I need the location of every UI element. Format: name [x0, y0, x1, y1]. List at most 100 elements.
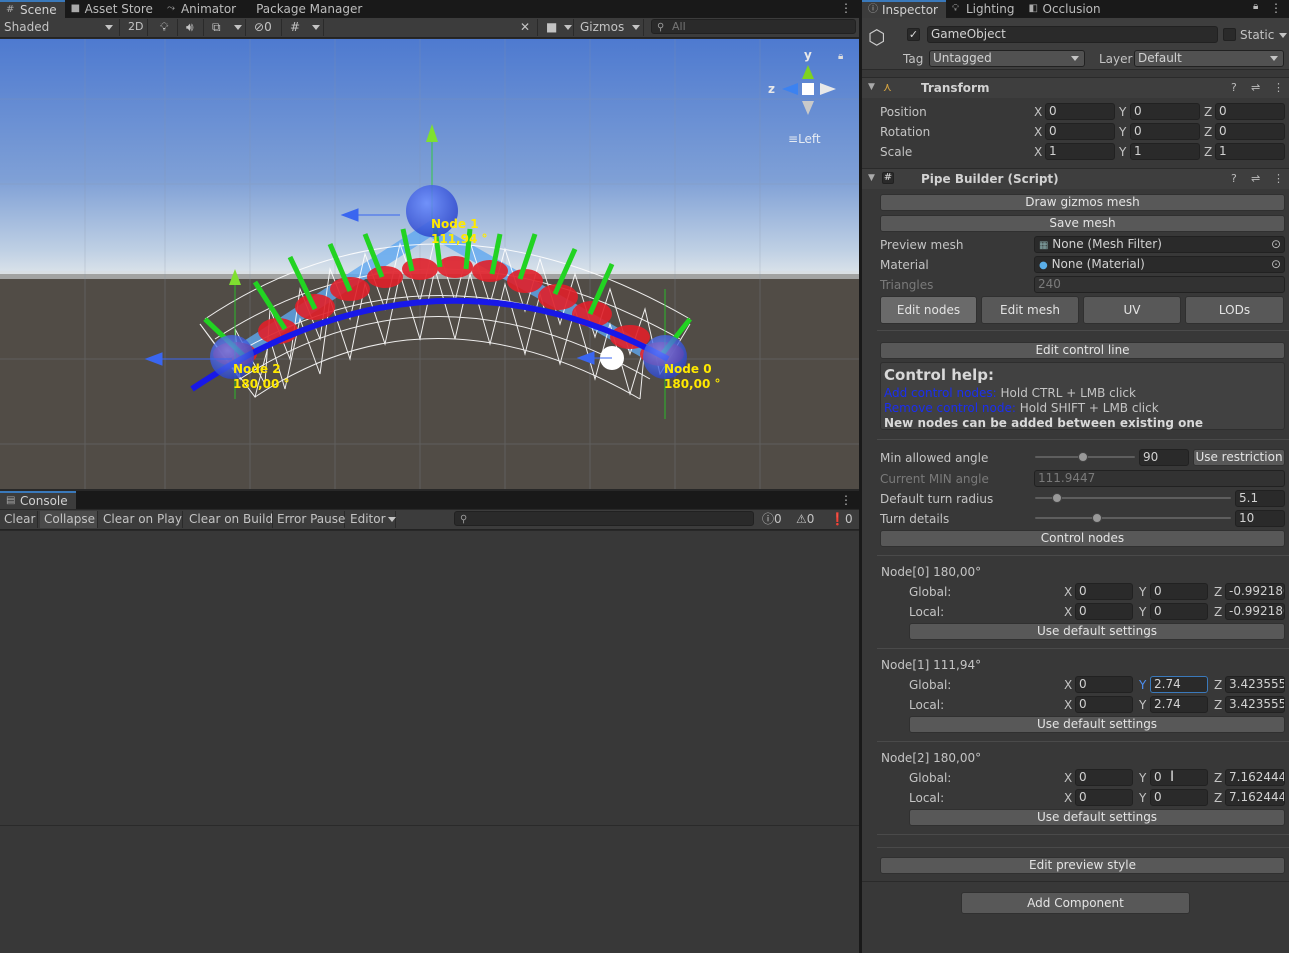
gizmos-dropdown[interactable]: Gizmos	[576, 19, 644, 36]
tag-dropdown[interactable]: Untagged	[929, 50, 1085, 67]
gameobject-name-field[interactable]: GameObject	[927, 26, 1218, 43]
console-detail-area[interactable]	[0, 825, 860, 953]
transform-header[interactable]: ▼ ⋏ Transform ? ⇌ ⋮	[862, 77, 1289, 98]
min-angle-slider-knob[interactable]	[1078, 452, 1088, 462]
node2-global-z-field[interactable]: 7.162444	[1225, 769, 1285, 786]
camera-dropdown[interactable]	[560, 19, 574, 36]
error-pause-button[interactable]: Error Pause	[273, 511, 345, 528]
edit-mesh-tab[interactable]: Edit mesh	[981, 296, 1079, 324]
node1-global-x-field[interactable]: 0	[1075, 676, 1133, 693]
static-label[interactable]: Static	[1240, 28, 1274, 42]
foldout-arrow-icon[interactable]: ▼	[868, 173, 875, 183]
position-x-field[interactable]: 0	[1045, 103, 1115, 120]
node2-global-y-field[interactable]: 0	[1150, 769, 1208, 786]
turn-details-field[interactable]: 10	[1235, 510, 1285, 527]
node0-global-z-field[interactable]: -0.992180	[1225, 583, 1285, 600]
enabled-checkbox[interactable]: #	[882, 172, 894, 184]
editor-dropdown[interactable]: Editor	[346, 511, 396, 528]
effects-dropdown[interactable]	[230, 19, 246, 36]
node2-use-default-button[interactable]: Use default settings	[909, 809, 1285, 826]
node1-use-default-button[interactable]: Use default settings	[909, 716, 1285, 733]
lighting-toggle-icon[interactable]: 💡︎	[156, 19, 178, 36]
node1-local-y-field[interactable]: 2.74	[1150, 696, 1208, 713]
save-mesh-button[interactable]: Save mesh	[880, 215, 1285, 232]
scale-z-field[interactable]: 1	[1215, 143, 1285, 160]
hidden-objects-toggle[interactable]: ⊘0	[250, 19, 282, 36]
edit-preview-style-button[interactable]: Edit preview style	[880, 857, 1285, 874]
tab-occlusion[interactable]: ◧ Occlusion	[1023, 0, 1109, 18]
node1-local-x-field[interactable]: 0	[1075, 696, 1133, 713]
node2-local-y-field[interactable]: 0	[1150, 789, 1208, 806]
tab-scene[interactable]: # Scene	[0, 0, 65, 18]
position-z-field[interactable]: 0	[1215, 103, 1285, 120]
preset-icon[interactable]: ⇌	[1251, 82, 1260, 94]
node0-global-y-field[interactable]: 0	[1150, 583, 1208, 600]
edit-control-line-button[interactable]: Edit control line	[880, 342, 1285, 359]
use-restriction-button[interactable]: Use restriction	[1193, 449, 1285, 466]
console-search-input[interactable]: ⚲	[454, 511, 754, 526]
tab-inspector[interactable]: ⓘ Inspector	[862, 0, 946, 18]
effects-icon[interactable]: ⧉	[208, 19, 230, 36]
2d-toggle[interactable]: 2D	[124, 19, 148, 36]
node0-use-default-button[interactable]: Use default settings	[909, 623, 1285, 640]
node1-global-y-field[interactable]: 2.74	[1150, 676, 1208, 693]
warning-count-toggle[interactable]: ⚠0	[792, 511, 824, 528]
scene-search-input[interactable]: ⚲ All	[651, 19, 856, 34]
turn-details-slider-track[interactable]	[1035, 517, 1231, 519]
foldout-arrow-icon[interactable]: ▼	[868, 82, 875, 92]
layer-dropdown[interactable]: Default	[1134, 50, 1284, 67]
tools-icon[interactable]: ✕	[516, 19, 538, 36]
rotation-z-field[interactable]: 0	[1215, 123, 1285, 140]
material-field[interactable]: ● None (Material) ⊙	[1034, 256, 1285, 273]
grid-toggle-icon[interactable]: #	[286, 19, 308, 36]
console-log-area[interactable]	[0, 531, 860, 825]
node2-local-x-field[interactable]: 0	[1075, 789, 1133, 806]
tab-lighting[interactable]: 💡︎ Lighting	[946, 0, 1023, 18]
uv-tab[interactable]: UV	[1083, 296, 1181, 324]
component-menu-icon[interactable]: ⋮	[1273, 173, 1284, 185]
component-menu-icon[interactable]: ⋮	[1273, 82, 1284, 94]
object-picker-icon[interactable]: ⊙	[1271, 257, 1281, 272]
clear-on-play-button[interactable]: Clear on Play	[99, 511, 183, 528]
tab-package-manager[interactable]: Package Manager	[244, 0, 370, 18]
collapse-button[interactable]: Collapse	[40, 511, 98, 528]
help-icon[interactable]: ?	[1231, 173, 1237, 185]
add-component-button[interactable]: Add Component	[961, 892, 1190, 914]
clear-on-build-button[interactable]: Clear on Build	[185, 511, 273, 528]
lock-icon[interactable]: 🔒︎	[1253, 1, 1258, 12]
edit-nodes-tab[interactable]: Edit nodes	[880, 296, 977, 324]
control-nodes-button[interactable]: Control nodes	[880, 530, 1285, 547]
node1-global-z-field[interactable]: 3.423555	[1225, 676, 1285, 693]
audio-toggle-icon[interactable]: 🔊︎	[182, 19, 204, 36]
turn-radius-slider-track[interactable]	[1035, 497, 1231, 499]
node0-local-z-field[interactable]: -0.992180	[1225, 603, 1285, 620]
turn-radius-field[interactable]: 5.1	[1235, 490, 1285, 507]
rotation-x-field[interactable]: 0	[1045, 123, 1115, 140]
preset-icon[interactable]: ⇌	[1251, 173, 1260, 185]
scene-viewport[interactable]: y z 🔒︎ ≡Left Node 1 111,94 ° Node 2 180,…	[0, 39, 860, 489]
static-dropdown-arrow[interactable]	[1279, 33, 1287, 38]
scene-menu-icon[interactable]: ⋮	[840, 1, 852, 15]
camera-icon[interactable]: ■	[542, 19, 560, 36]
node0-local-x-field[interactable]: 0	[1075, 603, 1133, 620]
clear-button[interactable]: Clear	[0, 511, 38, 528]
preview-mesh-field[interactable]: ▦ None (Mesh Filter) ⊙	[1034, 236, 1285, 253]
view-label[interactable]: ≡Left	[788, 132, 821, 146]
tab-animator[interactable]: ⤳ Animator	[161, 0, 244, 18]
console-menu-icon[interactable]: ⋮	[840, 493, 852, 507]
node2-global-x-field[interactable]: 0	[1075, 769, 1133, 786]
lock-icon[interactable]: 🔒︎	[838, 51, 843, 62]
object-picker-icon[interactable]: ⊙	[1271, 237, 1281, 252]
help-icon[interactable]: ?	[1231, 82, 1237, 94]
lods-tab[interactable]: LODs	[1185, 296, 1284, 324]
shading-dropdown[interactable]: Shaded	[0, 19, 120, 36]
grid-dropdown[interactable]	[308, 19, 324, 36]
node2-local-z-field[interactable]: 7.162444	[1225, 789, 1285, 806]
node0-global-x-field[interactable]: 0	[1075, 583, 1133, 600]
node0-local-y-field[interactable]: 0	[1150, 603, 1208, 620]
scale-y-field[interactable]: 1	[1130, 143, 1200, 160]
rotation-y-field[interactable]: 0	[1130, 123, 1200, 140]
pipe-builder-header[interactable]: ▼ # Pipe Builder (Script) ? ⇌ ⋮	[862, 168, 1289, 189]
turn-radius-slider-knob[interactable]	[1052, 493, 1062, 503]
static-checkbox[interactable]	[1223, 28, 1236, 41]
